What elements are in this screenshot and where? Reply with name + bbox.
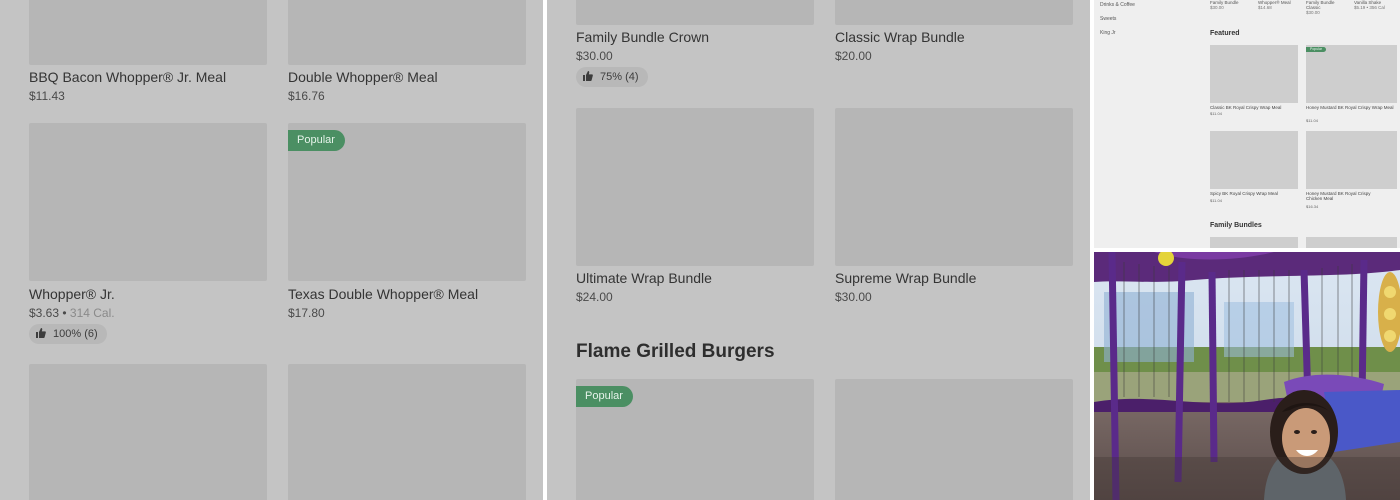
popular-badge: Popular — [1306, 47, 1327, 52]
rating-pill: 75% (4) — [576, 67, 648, 87]
family-bundles-heading: Family Bundles — [1210, 222, 1262, 229]
mini-item-image[interactable] — [1306, 237, 1397, 248]
mini-item-image[interactable] — [1306, 131, 1397, 189]
featured-heading: Featured — [1210, 30, 1240, 37]
mini-item-price: $5.19 — [1354, 5, 1366, 10]
item-image-placeholder — [576, 108, 814, 266]
item-image-placeholder — [835, 379, 1073, 500]
menu-item-card[interactable]: BBQ Bacon Whopper® Jr. Meal $11.43 — [29, 0, 267, 120]
mini-item-price: $11.04 — [1210, 198, 1222, 203]
mini-item-calories: 356 Cal — [1369, 5, 1385, 10]
mini-item-price: $16.34 — [1306, 204, 1319, 209]
popular-badge: Popular — [288, 130, 345, 151]
mini-item-image[interactable] — [1210, 237, 1298, 248]
playground-photo — [1094, 252, 1400, 500]
thumbs-up-icon — [583, 71, 593, 81]
item-image-placeholder — [29, 0, 267, 65]
mini-item-price: $11.04 — [1210, 111, 1222, 116]
item-price: $30.00 — [835, 290, 872, 304]
item-price: $17.80 — [288, 306, 325, 320]
item-price: $20.00 — [835, 49, 872, 63]
mini-item-image[interactable] — [1210, 45, 1298, 103]
rating-pill: 100% (6) — [29, 324, 107, 344]
mini-item-name: Honey Mustard BK Royal Crispy Wrap Meal — [1306, 105, 1394, 110]
item-name: Family Bundle Crown — [576, 29, 710, 45]
mini-item[interactable]: Family Bundle $30.00 — [1210, 0, 1239, 10]
menu-item-card[interactable]: Ultimate Wrap Bundle $24.00 — [576, 108, 814, 308]
item-name: Texas Double Whopper® Meal — [288, 286, 479, 302]
playground-photo-illustration — [1094, 252, 1400, 500]
item-image-placeholder — [29, 123, 267, 281]
item-price: $16.76 — [288, 89, 325, 103]
item-name: Supreme Wrap Bundle — [835, 270, 977, 286]
mini-item-price: $11.04 — [1306, 118, 1318, 123]
item-image-placeholder — [835, 0, 1073, 25]
nav-item[interactable]: Drinks & Coffee — [1100, 2, 1135, 8]
menu-item-card[interactable] — [835, 379, 1073, 500]
item-image-placeholder — [288, 0, 526, 65]
thumbs-up-icon — [36, 328, 46, 338]
item-calories: 314 Cal. — [69, 306, 115, 320]
mini-item-name: Family Bundle Classic — [1306, 0, 1335, 10]
item-name: Whopper® Jr. — [29, 286, 115, 302]
mini-item-image[interactable] — [1210, 131, 1298, 189]
mini-item[interactable]: Whopper® Meal $14.68 — [1258, 0, 1291, 10]
section-title: Flame Grilled Burgers — [576, 341, 775, 362]
item-name: Classic Wrap Bundle — [835, 29, 965, 45]
menu-item-card[interactable]: Popular Texas Double Whopper® Meal $17.8… — [288, 123, 526, 323]
nav-item[interactable]: King Jr — [1100, 30, 1116, 36]
mini-item[interactable]: Vanilla Shake $5.19 • 356 Cal — [1354, 0, 1385, 10]
item-name: Ultimate Wrap Bundle — [576, 270, 712, 286]
menu-panel-middle: Family Bundle Crown $30.00 75% (4) Class… — [547, 0, 1090, 500]
item-name: BBQ Bacon Whopper® Jr. Meal — [29, 69, 227, 85]
mini-item-name: Spicy BK Royal Crispy Wrap Meal — [1210, 191, 1278, 196]
menu-panel-left: BBQ Bacon Whopper® Jr. Meal $11.43 Doubl… — [0, 0, 543, 500]
menu-item-card[interactable]: Popular — [576, 379, 814, 500]
item-image-placeholder — [576, 0, 814, 25]
item-price-calories: $3.63 • 314 Cal. — [29, 306, 115, 320]
menu-item-card[interactable]: Whopper® Jr. $3.63 • 314 Cal. 100% (6) — [29, 123, 267, 348]
rating-text: 75% (4) — [600, 71, 639, 83]
item-image-placeholder — [288, 364, 526, 500]
item-price: $3.63 — [29, 306, 60, 320]
mini-item-price: $30.00 — [1210, 5, 1224, 10]
menu-item-card[interactable]: Supreme Wrap Bundle $30.00 — [835, 108, 1073, 308]
item-price: $30.00 — [576, 49, 613, 63]
menu-item-card[interactable]: Family Bundle Crown $30.00 75% (4) — [576, 0, 814, 90]
item-price: $24.00 — [576, 290, 613, 304]
popular-badge: Popular — [576, 386, 633, 407]
menu-screenshot-thumbnail: Drinks & Coffee Sweets King Jr Family Bu… — [1094, 0, 1400, 248]
mini-item-image[interactable] — [1306, 45, 1397, 103]
mini-item-price: $14.68 — [1258, 5, 1272, 10]
mini-item[interactable]: Family Bundle Classic $30.00 — [1306, 0, 1346, 15]
item-price: $11.43 — [29, 89, 65, 103]
item-name: Double Whopper® Meal — [288, 69, 438, 85]
menu-item-card[interactable] — [288, 364, 526, 500]
rating-text: 100% (6) — [53, 328, 98, 340]
item-image-placeholder — [29, 364, 267, 500]
menu-item-card[interactable] — [29, 364, 267, 500]
mini-item-price: $30.00 — [1306, 10, 1320, 15]
price-separator: • — [59, 306, 70, 320]
menu-item-card[interactable]: Classic Wrap Bundle $20.00 — [835, 0, 1073, 70]
mini-item-name: Honey Mustard BK Royal Crispy Chicken Me… — [1306, 191, 1371, 201]
menu-item-card[interactable]: Double Whopper® Meal $16.76 — [288, 0, 526, 120]
mini-item-name: Classic BK Royal Crispy Wrap Meal — [1210, 105, 1282, 110]
item-image-placeholder — [835, 108, 1073, 266]
nav-item[interactable]: Sweets — [1100, 16, 1116, 22]
